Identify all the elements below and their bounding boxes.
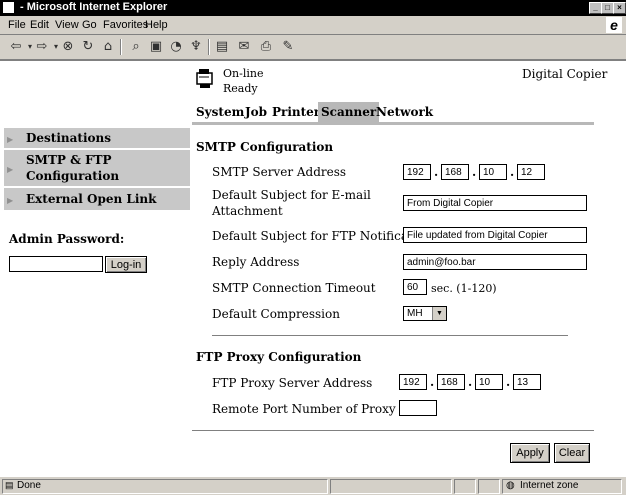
smtp-heading: SMTP Configuration: [196, 140, 334, 154]
mail-icon[interactable]: ✉: [236, 39, 252, 55]
tab-network[interactable]: Network: [373, 102, 436, 122]
device-status: On-line: [223, 67, 264, 80]
divider: [212, 335, 568, 336]
status-cell: [330, 479, 452, 494]
reply-address-label: Reply Address: [212, 255, 300, 269]
app-icon: [3, 2, 14, 13]
ip-dot: .: [434, 165, 439, 179]
ie-logo-icon: e: [606, 17, 622, 33]
channels-icon[interactable]: ♆: [188, 39, 204, 55]
sidebar-item-external-open-link[interactable]: ▶ External Open Link: [4, 188, 190, 210]
ftp-ip-octet-2[interactable]: 168: [437, 374, 465, 390]
ip-dot: .: [468, 375, 473, 389]
sidebar-item-label: SMTP & FTP: [26, 153, 112, 167]
sidebar-item-label: Destinations: [26, 131, 111, 145]
ip-dot: .: [472, 165, 477, 179]
login-button[interactable]: Log-in: [105, 256, 147, 273]
chevron-down-icon[interactable]: ▼: [432, 307, 446, 320]
smtp-ip-octet-2[interactable]: 168: [441, 164, 469, 180]
clear-button[interactable]: Clear: [554, 443, 590, 463]
email-subject-input[interactable]: From Digital Copier: [403, 195, 587, 211]
stop-icon[interactable]: ⊗: [60, 39, 76, 55]
sidebar-item-label: Configuration: [26, 169, 120, 183]
device-name: Digital Copier: [522, 67, 608, 81]
ip-dot: .: [506, 375, 511, 389]
edit-icon[interactable]: ✎: [280, 39, 296, 55]
apply-button[interactable]: Apply: [510, 443, 550, 463]
status-cell: [454, 479, 476, 494]
email-subject-label-line2: Attachment: [212, 204, 283, 218]
sidebar-item-smtp-ftp[interactable]: ▶ SMTP & FTP Configuration: [4, 150, 190, 186]
tab-job[interactable]: Job: [242, 102, 270, 122]
arrow-right-icon: ▶: [7, 195, 14, 205]
device-status-detail: Ready: [223, 82, 258, 95]
sidebar-item-destinations[interactable]: ▶ Destinations: [4, 128, 190, 148]
status-text: Done: [17, 480, 41, 491]
admin-password-input[interactable]: [9, 256, 103, 272]
arrow-right-icon: ▶: [7, 164, 14, 174]
copier-status-icon: [196, 69, 213, 88]
ftp-subject-label: Default Subject for FTP Notification: [212, 229, 432, 243]
close-button[interactable]: ×: [613, 2, 626, 14]
ftp-ip-octet-4[interactable]: 13: [513, 374, 541, 390]
arrow-right-icon: ▶: [7, 134, 14, 144]
title-bar: - Microsoft Internet Explorer _ □ ×: [0, 0, 626, 16]
divider: [192, 430, 594, 431]
proxy-port-label: Remote Port Number of Proxy: [212, 402, 396, 416]
ftp-ip-octet-1[interactable]: 192: [399, 374, 427, 390]
status-cell: [478, 479, 500, 494]
history-icon[interactable]: ◔: [168, 39, 184, 55]
menu-go[interactable]: Go: [82, 19, 97, 31]
tab-scanner[interactable]: Scanner: [318, 102, 380, 122]
toolbar: ⇦ ▾ ⇨ ▾ ⊗ ↻ ⌂ ⌕ ▣ ◔ ♆ ▤ ✉ ⎙ ✎: [0, 35, 626, 61]
fullscreen-icon[interactable]: ▤: [214, 39, 230, 55]
menu-edit[interactable]: Edit: [30, 19, 49, 31]
admin-password-label: Admin Password:: [9, 232, 125, 246]
smtp-ip-octet-3[interactable]: 10: [479, 164, 507, 180]
ftp-server-label: FTP Proxy Server Address: [212, 376, 373, 390]
favorites-icon[interactable]: ▣: [148, 39, 164, 55]
menu-help[interactable]: Help: [145, 19, 168, 31]
refresh-icon[interactable]: ↻: [80, 39, 96, 55]
menu-file[interactable]: File: [8, 19, 26, 31]
home-icon[interactable]: ⌂: [100, 39, 116, 55]
sidebar-item-label: External Open Link: [26, 192, 157, 206]
status-cell-main: ▤ Done: [2, 479, 328, 494]
ip-dot: .: [430, 375, 435, 389]
menu-favorites[interactable]: Favorites: [103, 19, 148, 31]
window-title: - Microsoft Internet Explorer: [20, 1, 168, 13]
ip-dot: .: [510, 165, 515, 179]
timeout-unit: sec. (1-120): [431, 282, 497, 295]
tab-printer[interactable]: Printer: [269, 102, 323, 122]
search-icon[interactable]: ⌕: [128, 39, 144, 55]
reply-address-input[interactable]: admin@foo.bar: [403, 254, 587, 270]
tab-system[interactable]: System: [193, 102, 247, 122]
print-icon[interactable]: ⎙: [258, 39, 274, 55]
page-icon: ▤: [5, 480, 14, 490]
tab-underline: [192, 122, 594, 125]
compression-select[interactable]: MH ▼: [403, 306, 447, 321]
toolbar-separator: [208, 39, 210, 55]
ftp-ip-octet-3[interactable]: 10: [475, 374, 503, 390]
compression-value: MH: [407, 308, 423, 319]
zone-text: Internet zone: [520, 480, 579, 491]
status-cell-zone: ◍ Internet zone: [502, 479, 622, 494]
timeout-label: SMTP Connection Timeout: [212, 281, 376, 295]
internet-globe-icon: ◍: [506, 480, 515, 491]
menu-view[interactable]: View: [55, 19, 79, 31]
compression-label: Default Compression: [212, 307, 340, 321]
status-bar: ▤ Done ◍ Internet zone: [0, 476, 626, 495]
ftp-heading: FTP Proxy Configuration: [196, 350, 362, 364]
proxy-port-input[interactable]: [399, 400, 437, 416]
ftp-subject-input[interactable]: File updated from Digital Copier: [403, 227, 587, 243]
email-subject-label: Default Subject for E-mail: [212, 188, 371, 202]
smtp-server-label: SMTP Server Address: [212, 165, 347, 179]
timeout-input[interactable]: 60: [403, 279, 427, 295]
smtp-ip-octet-4[interactable]: 12: [517, 164, 545, 180]
smtp-ip-octet-1[interactable]: 192: [403, 164, 431, 180]
toolbar-separator: [120, 39, 122, 55]
menu-bar: File Edit View Go Favorites Help e: [0, 16, 626, 35]
